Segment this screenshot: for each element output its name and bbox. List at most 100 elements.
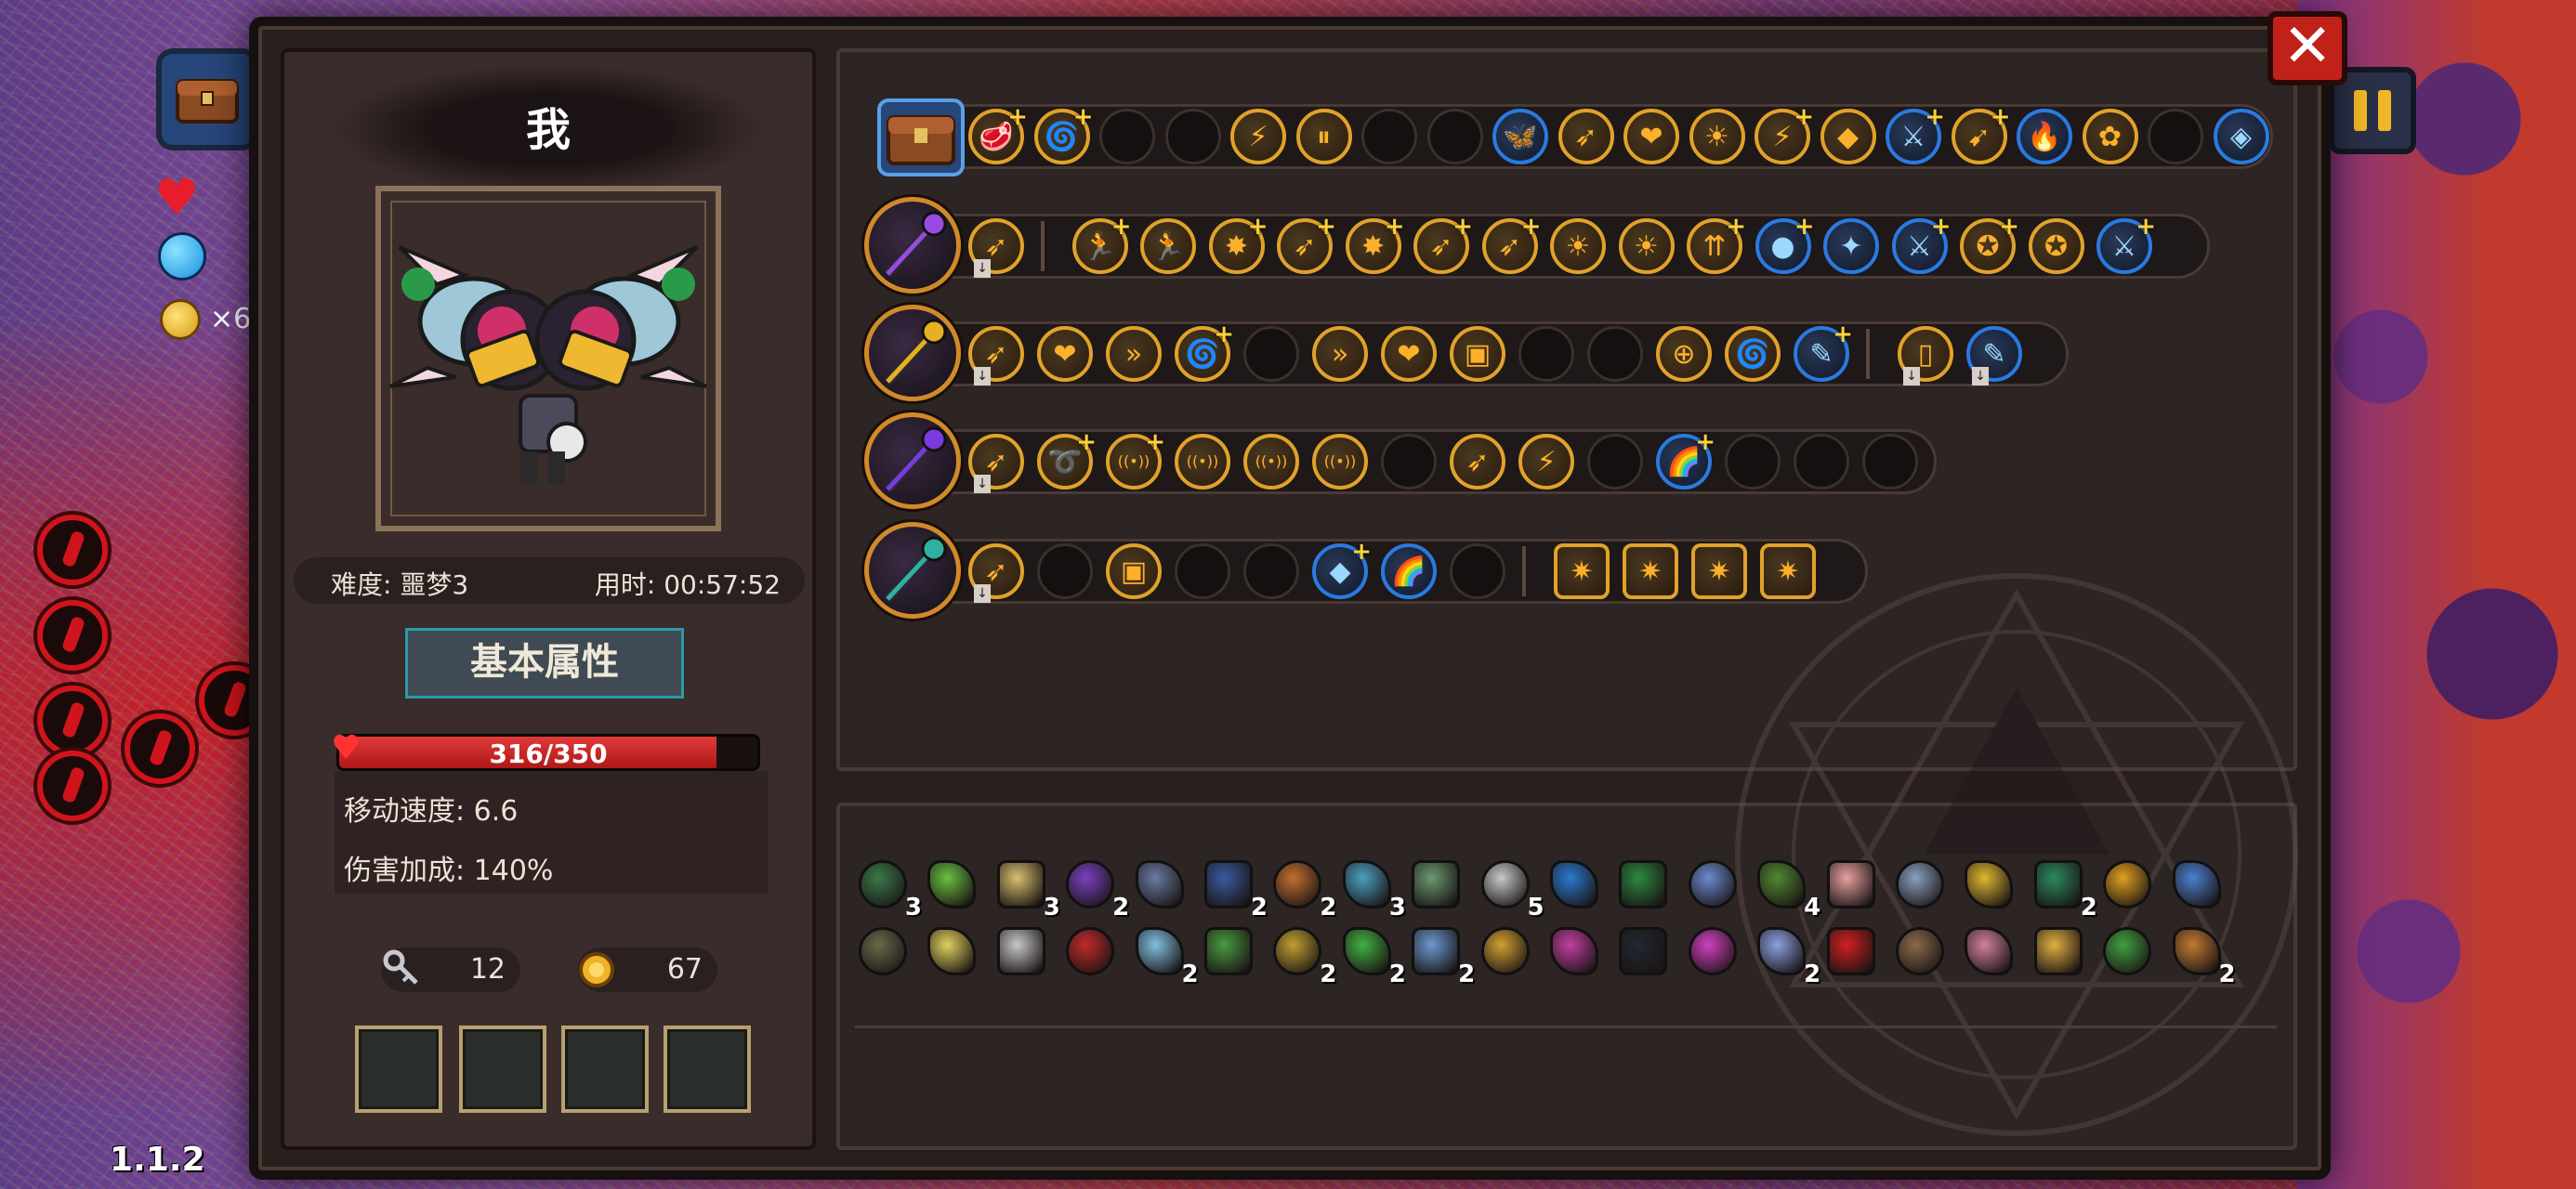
empty-upgrade-slot[interactable]: [1587, 326, 1643, 382]
empty-upgrade-slot[interactable]: [1243, 326, 1299, 382]
upgrade-slot[interactable]: »: [1106, 326, 1162, 382]
empty-upgrade-slot[interactable]: [1862, 434, 1918, 490]
inventory-item[interactable]: [1613, 921, 1673, 981]
orb-scepter-icon[interactable]: [864, 522, 961, 619]
upgrade-slot[interactable]: ➶ +: [1481, 213, 1542, 274]
inventory-item[interactable]: [1890, 855, 1950, 914]
inventory-item[interactable]: [1060, 921, 1120, 981]
upgrade-slot[interactable]: ⚔ +: [1886, 103, 1945, 164]
upgrade-slot[interactable]: ➶ +: [1277, 213, 1336, 274]
upgrade-slot[interactable]: ✷: [1623, 543, 1678, 599]
inventory-item[interactable]: [1821, 921, 1881, 981]
inventory-item[interactable]: 5: [1476, 855, 1544, 921]
inventory-item[interactable]: [1683, 921, 1742, 981]
upgrade-slot[interactable]: ➰ +: [1037, 428, 1097, 490]
equipment-slot[interactable]: [561, 1026, 649, 1113]
upgrade-slot[interactable]: ✿: [2082, 109, 2138, 164]
inventory-item[interactable]: [1476, 921, 1535, 981]
upgrade-slot[interactable]: ⚡: [1230, 109, 1286, 164]
empty-upgrade-slot[interactable]: [1099, 109, 1155, 164]
inventory-item[interactable]: 2: [1268, 921, 1336, 988]
upgrade-slot[interactable]: ◆: [1820, 109, 1876, 164]
inventory-item[interactable]: [1890, 921, 1950, 981]
upgrade-slot[interactable]: ((•)): [1312, 434, 1368, 490]
upgrade-slot[interactable]: ⏸: [1295, 109, 1352, 164]
inventory-item[interactable]: 2: [2167, 921, 2236, 988]
upgrade-slot[interactable]: ⇈ +: [1687, 213, 1746, 274]
upgrade-slot[interactable]: ❤: [1381, 326, 1437, 382]
upgrade-slot[interactable]: 🦋: [1492, 109, 1548, 164]
upgrade-slot[interactable]: 🏃: [1140, 218, 1196, 274]
backpack-icon[interactable]: [877, 98, 965, 176]
upgrade-slot[interactable]: ➹ +: [1951, 103, 2011, 164]
upgrade-slot[interactable]: »: [1312, 326, 1368, 382]
upgrade-slot[interactable]: ✎ +: [1794, 320, 1853, 382]
star-wand-icon[interactable]: [864, 412, 961, 509]
upgrade-slot[interactable]: ▯ ↓: [1898, 326, 1953, 385]
empty-upgrade-slot[interactable]: [2148, 109, 2203, 164]
inventory-item[interactable]: [1199, 921, 1258, 981]
upgrade-slot[interactable]: ➶: [1450, 434, 1505, 490]
empty-upgrade-slot[interactable]: [1243, 543, 1299, 599]
inventory-item[interactable]: [2029, 921, 2088, 981]
equipment-slot[interactable]: [664, 1026, 751, 1113]
upgrade-slot[interactable]: ✷: [1554, 543, 1610, 599]
inventory-item[interactable]: 2: [1268, 855, 1336, 921]
upgrade-slot[interactable]: 🥩 +: [968, 103, 1028, 164]
upgrade-slot[interactable]: ✪: [2028, 218, 2084, 274]
upgrade-slot[interactable]: ▣: [1106, 543, 1162, 599]
inventory-item[interactable]: 2: [1130, 921, 1199, 988]
inventory-item[interactable]: [1683, 855, 1742, 914]
upgrade-slot[interactable]: ❤: [1037, 326, 1093, 382]
empty-upgrade-slot[interactable]: [1426, 109, 1483, 164]
upgrade-slot[interactable]: 🌀: [1725, 326, 1781, 382]
upgrade-slot[interactable]: ◈: [2213, 109, 2269, 164]
upgrade-slot[interactable]: 🌀 +: [1175, 320, 1234, 382]
inventory-item[interactable]: 2: [1060, 855, 1129, 921]
empty-upgrade-slot[interactable]: [1725, 434, 1781, 490]
inventory-item[interactable]: [992, 921, 1051, 981]
equipment-slot[interactable]: [459, 1026, 546, 1113]
upgrade-slot[interactable]: ⚡ +: [1755, 103, 1814, 164]
crystal-sword-icon[interactable]: [864, 305, 961, 401]
empty-upgrade-slot[interactable]: [1381, 434, 1437, 490]
upgrade-slot[interactable]: 🌈: [1381, 543, 1437, 599]
upgrade-slot[interactable]: ☀: [1689, 109, 1745, 164]
upgrade-slot[interactable]: 🌈 +: [1656, 428, 1715, 490]
upgrade-slot[interactable]: 🔥: [2017, 109, 2072, 164]
empty-upgrade-slot[interactable]: [1361, 109, 1417, 164]
upgrade-slot[interactable]: ◆ +: [1312, 538, 1372, 599]
inventory-item[interactable]: [922, 855, 981, 914]
inventory-item[interactable]: 2: [1406, 921, 1475, 988]
empty-upgrade-slot[interactable]: [1587, 434, 1643, 490]
empty-upgrade-slot[interactable]: [1450, 543, 1505, 599]
upgrade-slot[interactable]: ✷: [1760, 543, 1816, 599]
equipment-slot[interactable]: [355, 1026, 442, 1113]
upgrade-slot[interactable]: ✸ +: [1208, 213, 1268, 274]
empty-upgrade-slot[interactable]: [1037, 543, 1093, 599]
purple-staff-icon[interactable]: [864, 197, 961, 294]
inventory-item[interactable]: 3: [992, 855, 1060, 921]
inventory-item[interactable]: [2097, 855, 2157, 914]
upgrade-slot[interactable]: ⚔ +: [2096, 213, 2156, 274]
inventory-item[interactable]: [2097, 921, 2157, 981]
basic-attributes-title[interactable]: 基本属性: [405, 628, 684, 699]
upgrade-slot[interactable]: ▣: [1450, 326, 1505, 382]
inventory-item[interactable]: 2: [1199, 855, 1268, 921]
close-button[interactable]: ✕: [2267, 11, 2347, 85]
upgrade-slot[interactable]: ❤: [1623, 109, 1679, 164]
inventory-item[interactable]: [1544, 921, 1604, 981]
upgrade-slot[interactable]: ☀: [1618, 218, 1675, 274]
upgrade-slot[interactable]: ➶ ↓: [968, 218, 1024, 278]
empty-upgrade-slot[interactable]: [1175, 543, 1230, 599]
inventory-item[interactable]: 4: [1752, 855, 1820, 921]
upgrade-slot[interactable]: ✦: [1823, 218, 1879, 274]
upgrade-slot[interactable]: ✎ ↓: [1966, 326, 2022, 385]
upgrade-slot[interactable]: 🏃 +: [1071, 213, 1132, 274]
inventory-item[interactable]: [1821, 855, 1881, 914]
inventory-item[interactable]: [1613, 855, 1673, 914]
upgrade-slot[interactable]: ⊕: [1656, 326, 1712, 382]
upgrade-slot[interactable]: ➶ ↓: [968, 326, 1024, 385]
upgrade-slot[interactable]: ● +: [1755, 213, 1815, 274]
inventory-item[interactable]: [1544, 855, 1604, 914]
